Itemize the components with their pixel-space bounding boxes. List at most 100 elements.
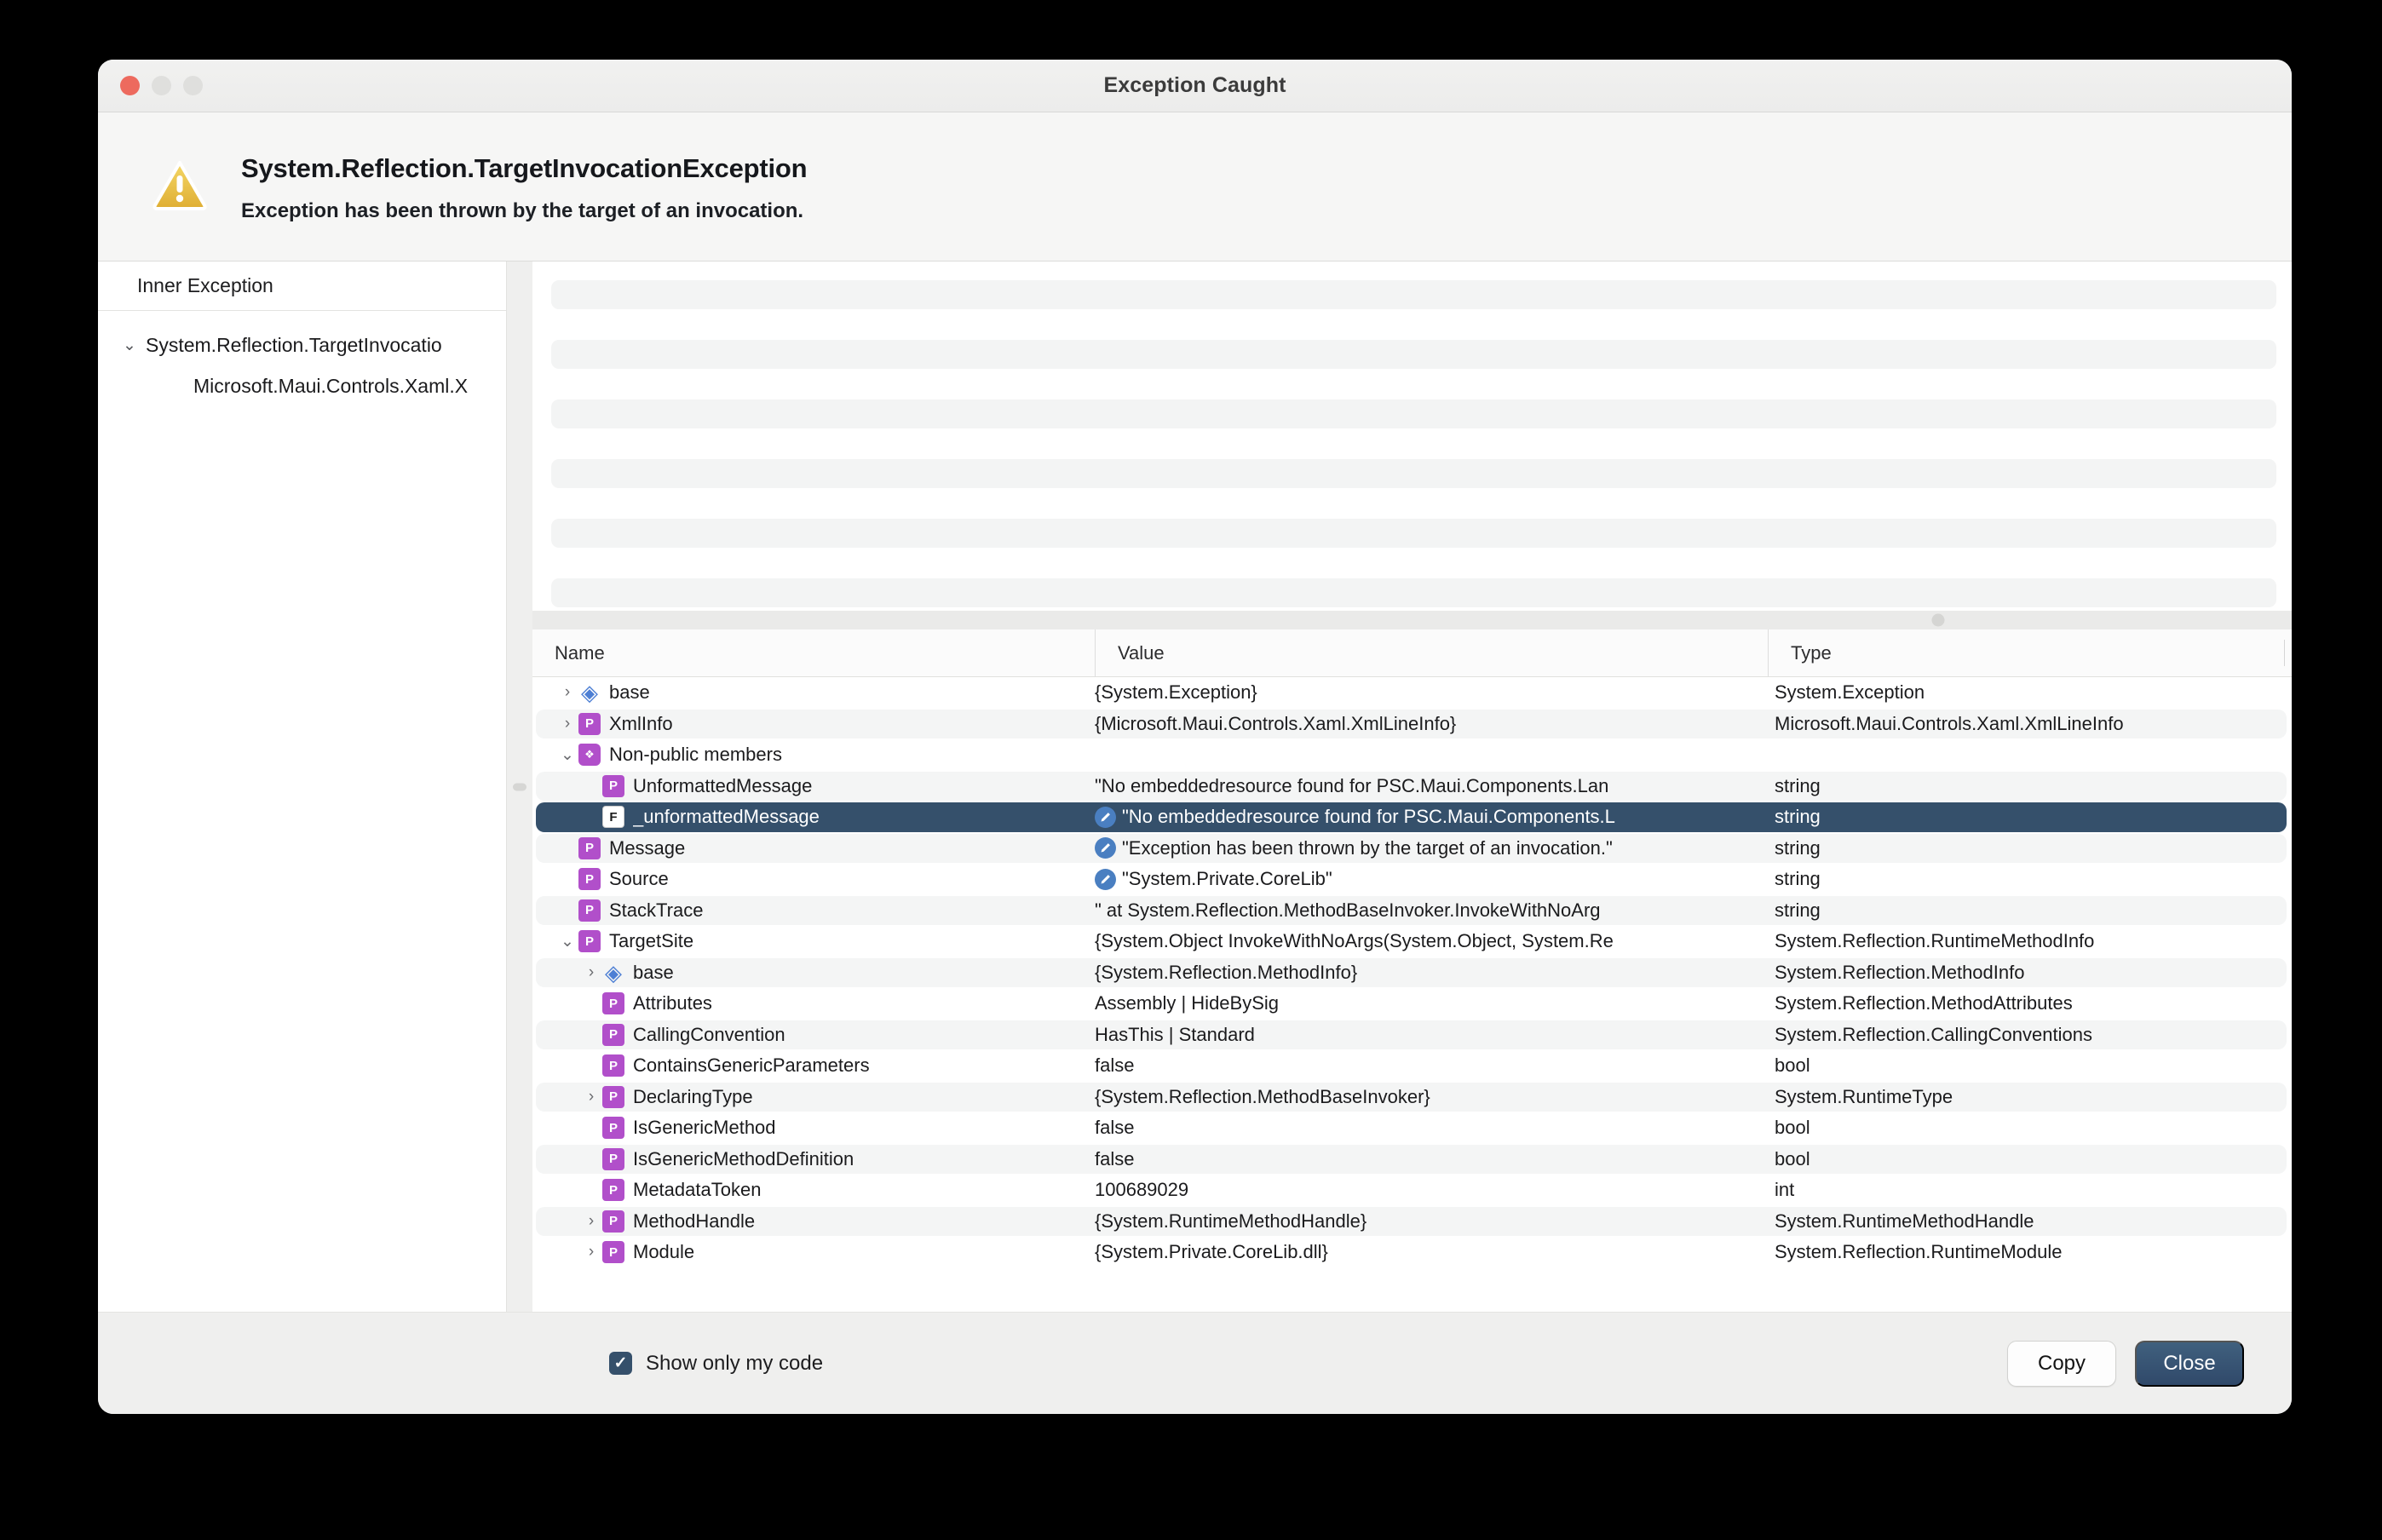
chevron-right-icon[interactable]: › bbox=[556, 683, 578, 702]
cell-type: bool bbox=[1768, 1148, 2292, 1170]
cell-type: string bbox=[1768, 837, 2292, 859]
edit-icon[interactable] bbox=[1095, 837, 1116, 859]
table-row[interactable]: PUnformattedMessage"No embeddedresource … bbox=[532, 771, 2292, 802]
vertical-splitter-grip[interactable] bbox=[513, 783, 526, 790]
table-row[interactable]: P Message "Exception has been thrown by th… bbox=[532, 833, 2292, 865]
table-row[interactable]: PContainsGenericParametersfalsebool bbox=[532, 1050, 2292, 1082]
row-name-text: Non-public members bbox=[609, 744, 782, 766]
sidebar-tree-item[interactable]: Microsoft.Maui.Controls.Xaml.X bbox=[98, 365, 506, 406]
cell-value[interactable]: {System.Reflection.MethodInfo} bbox=[1095, 962, 1768, 984]
table-row[interactable]: ⌄PTargetSite{System.Object InvokeWithNoA… bbox=[532, 926, 2292, 957]
chevron-right-icon[interactable]: › bbox=[580, 963, 602, 982]
cell-name: ›PModule bbox=[532, 1241, 1095, 1263]
table-row[interactable]: ›PModule{System.Private.CoreLib.dll}Syst… bbox=[532, 1237, 2292, 1268]
cell-value[interactable]: {System.Private.CoreLib.dll} bbox=[1095, 1241, 1768, 1263]
cell-value[interactable]: "No embeddedresource found for PSC.Maui.… bbox=[1095, 806, 1768, 828]
cell-value[interactable]: 100689029 bbox=[1095, 1179, 1768, 1201]
row-name-text: Message bbox=[609, 837, 685, 859]
cell-name: P Message bbox=[532, 837, 1095, 859]
table-row[interactable]: PIsGenericMethodfalsebool bbox=[532, 1112, 2292, 1144]
row-type-text: System.Exception bbox=[1775, 681, 1925, 703]
close-button[interactable]: Close bbox=[2135, 1341, 2244, 1387]
cell-value[interactable]: " at System.Reflection.MethodBaseInvoker… bbox=[1095, 899, 1768, 922]
row-type-text: string bbox=[1775, 868, 1821, 889]
table-row[interactable]: PStackTrace" at System.Reflection.Method… bbox=[532, 895, 2292, 927]
cell-type: System.RuntimeType bbox=[1768, 1086, 2292, 1108]
edit-icon[interactable] bbox=[1095, 807, 1116, 828]
show-only-my-code-checkbox[interactable]: ✓ bbox=[609, 1352, 632, 1375]
table-row[interactable]: PIsGenericMethodDefinitionfalsebool bbox=[532, 1144, 2292, 1175]
placeholder-bar bbox=[551, 459, 2276, 488]
column-header-name[interactable]: Name bbox=[532, 629, 1095, 676]
horizontal-splitter-grip[interactable] bbox=[1932, 614, 1945, 627]
dialog-body: Inner Exception ⌄System.Reflection.Targe… bbox=[98, 261, 2292, 1312]
cell-value[interactable]: false bbox=[1095, 1117, 1768, 1139]
cell-value[interactable]: {Microsoft.Maui.Controls.Xaml.XmlLineInf… bbox=[1095, 713, 1768, 735]
edit-icon[interactable] bbox=[1095, 869, 1116, 890]
chevron-right-icon[interactable]: › bbox=[580, 1243, 602, 1261]
row-type-text: string bbox=[1775, 775, 1821, 796]
row-type-text: int bbox=[1775, 1179, 1794, 1200]
row-name-text: XmlInfo bbox=[609, 713, 673, 735]
sidebar-tree-item[interactable]: ⌄System.Reflection.TargetInvocatio bbox=[98, 325, 506, 365]
property-icon: P bbox=[578, 930, 601, 952]
table-row[interactable]: PSource"System.Private.CoreLib"string bbox=[532, 864, 2292, 895]
chevron-down-icon[interactable]: ⌄ bbox=[556, 745, 578, 765]
table-row[interactable]: PMetadataToken100689029int bbox=[532, 1175, 2292, 1206]
table-row[interactable]: ›PDeclaringType{System.Reflection.Method… bbox=[532, 1082, 2292, 1113]
row-type-text: System.Reflection.MethodAttributes bbox=[1775, 992, 2073, 1014]
vertical-splitter[interactable] bbox=[507, 261, 532, 1312]
table-row[interactable]: ›◈base{System.Exception}System.Exception bbox=[532, 677, 2292, 709]
table-row[interactable]: PCallingConventionHasThis | StandardSyst… bbox=[532, 1020, 2292, 1051]
footer-buttons: Copy Close bbox=[2007, 1341, 2244, 1387]
row-value-text: {System.RuntimeMethodHandle} bbox=[1095, 1210, 1366, 1233]
column-header-type[interactable]: Type bbox=[1768, 629, 2292, 676]
cell-value[interactable]: false bbox=[1095, 1054, 1768, 1077]
property-icon: P bbox=[578, 837, 601, 859]
cell-type: bool bbox=[1768, 1054, 2292, 1077]
property-icon: P bbox=[602, 775, 624, 797]
table-row[interactable]: F_unformattedMessage"No embeddedresource… bbox=[532, 802, 2292, 833]
copy-button[interactable]: Copy bbox=[2007, 1341, 2116, 1387]
chevron-down-icon[interactable]: ⌄ bbox=[556, 932, 578, 951]
row-type-text: System.RuntimeMethodHandle bbox=[1775, 1210, 2034, 1232]
row-name-text: _unformattedMessage bbox=[633, 806, 820, 828]
cell-value[interactable]: {System.Object InvokeWithNoArgs(System.O… bbox=[1095, 930, 1768, 952]
show-only-my-code-toggle[interactable]: ✓ Show only my code bbox=[609, 1352, 823, 1376]
cell-value[interactable]: {System.RuntimeMethodHandle} bbox=[1095, 1210, 1768, 1233]
cell-name: PUnformattedMessage bbox=[532, 775, 1095, 797]
cell-name: PCallingConvention bbox=[532, 1024, 1095, 1046]
column-header-value[interactable]: Value bbox=[1095, 629, 1768, 676]
table-row[interactable]: ›◈base{System.Reflection.MethodInfo}Syst… bbox=[532, 957, 2292, 989]
cell-value[interactable]: {System.Exception} bbox=[1095, 681, 1768, 704]
cell-type: System.Reflection.CallingConventions bbox=[1768, 1024, 2292, 1046]
cell-value[interactable]: Assembly | HideBySig bbox=[1095, 992, 1768, 1014]
row-value-text: "No embeddedresource found for PSC.Maui.… bbox=[1095, 775, 1608, 797]
chevron-down-icon[interactable]: ⌄ bbox=[118, 336, 141, 355]
cell-value[interactable]: false bbox=[1095, 1148, 1768, 1170]
column-resize-handle[interactable] bbox=[2284, 640, 2285, 666]
table-row[interactable]: PAttributesAssembly | HideBySigSystem.Re… bbox=[532, 988, 2292, 1020]
cell-value[interactable]: {System.Reflection.MethodBaseInvoker} bbox=[1095, 1086, 1768, 1108]
table-row[interactable]: ⌄❖Non-public members bbox=[532, 739, 2292, 771]
row-name-text: Module bbox=[633, 1241, 694, 1263]
horizontal-splitter[interactable] bbox=[532, 611, 2292, 629]
cell-value[interactable]: "System.Private.CoreLib" bbox=[1095, 868, 1768, 890]
cell-value[interactable]: HasThis | Standard bbox=[1095, 1024, 1768, 1046]
row-value-text: {Microsoft.Maui.Controls.Xaml.XmlLineInf… bbox=[1095, 713, 1456, 735]
table-row[interactable]: ›PMethodHandle{System.RuntimeMethodHandl… bbox=[532, 1206, 2292, 1238]
cell-value[interactable]: "Exception has been thrown by the target… bbox=[1095, 837, 1768, 859]
inner-exception-header: Inner Exception bbox=[98, 261, 506, 311]
exception-type-title: System.Reflection.TargetInvocationExcept… bbox=[241, 153, 807, 184]
cell-value[interactable]: "No embeddedresource found for PSC.Maui.… bbox=[1095, 775, 1768, 797]
placeholder-bar bbox=[551, 519, 2276, 548]
chevron-right-icon[interactable]: › bbox=[580, 1212, 602, 1231]
exception-dialog-window: Exception Caught System.Reflection.Targe… bbox=[98, 60, 2292, 1414]
table-row[interactable]: ›PXmlInfo{Microsoft.Maui.Controls.Xaml.X… bbox=[532, 709, 2292, 740]
property-icon: P bbox=[578, 868, 601, 890]
table-body: ›◈base{System.Exception}System.Exception… bbox=[532, 677, 2292, 1312]
dialog-footer: ✓ Show only my code Copy Close bbox=[98, 1312, 2292, 1414]
cell-type: bool bbox=[1768, 1117, 2292, 1139]
chevron-right-icon[interactable]: › bbox=[556, 715, 578, 733]
chevron-right-icon[interactable]: › bbox=[580, 1088, 602, 1106]
